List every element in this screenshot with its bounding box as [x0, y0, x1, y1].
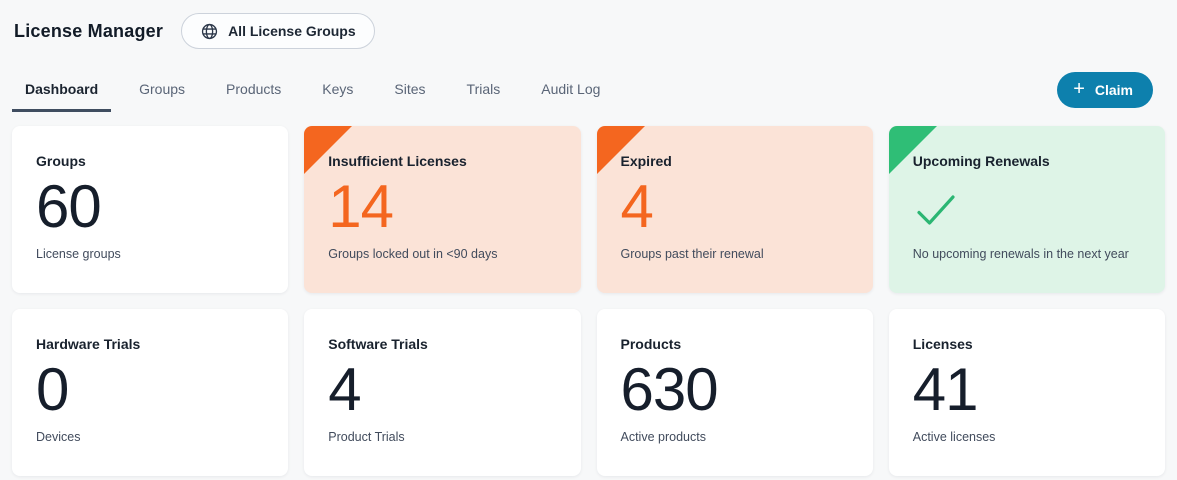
tab-trials[interactable]: Trials [454, 68, 514, 112]
card-subtitle: No upcoming renewals in the next year [913, 247, 1141, 261]
stat-card-expired[interactable]: Expired 4 Groups past their renewal [597, 126, 873, 293]
card-value: 4 [328, 357, 556, 423]
tab-bar: Dashboard Groups Products Keys Sites Tri… [0, 68, 1177, 112]
card-title: Insufficient Licenses [328, 153, 556, 169]
tab-groups[interactable]: Groups [126, 68, 198, 112]
card-title: Hardware Trials [36, 336, 264, 352]
page-title: License Manager [14, 21, 163, 42]
card-corner-badge [304, 126, 352, 174]
check-icon [913, 177, 957, 237]
stat-card-licenses[interactable]: Licenses 41 Active licenses [889, 309, 1165, 476]
card-title: Groups [36, 153, 264, 169]
card-value: 0 [36, 357, 264, 423]
card-title: Expired [621, 153, 849, 169]
tab-audit-log[interactable]: Audit Log [528, 68, 613, 112]
card-value: 60 [36, 174, 264, 240]
tab-products[interactable]: Products [213, 68, 294, 112]
stat-card-groups[interactable]: Groups 60 License groups [12, 126, 288, 293]
stat-card-insufficient-licenses[interactable]: Insufficient Licenses 14 Groups locked o… [304, 126, 580, 293]
stat-card-hardware-trials[interactable]: Hardware Trials 0 Devices [12, 309, 288, 476]
globe-icon [200, 22, 219, 41]
card-value: 630 [621, 357, 849, 423]
stat-card-products[interactable]: Products 630 Active products [597, 309, 873, 476]
stat-cards-grid: Groups 60 License groups Insufficient Li… [0, 112, 1177, 476]
card-title: Licenses [913, 336, 1141, 352]
card-subtitle: Groups locked out in <90 days [328, 247, 556, 261]
card-subtitle: Active products [621, 430, 849, 444]
card-title: Upcoming Renewals [913, 153, 1141, 169]
card-corner-badge [889, 126, 937, 174]
plus-icon: + [1073, 79, 1085, 99]
card-title: Software Trials [328, 336, 556, 352]
card-value: 14 [328, 174, 556, 240]
card-value [913, 174, 1141, 240]
card-subtitle: Groups past their renewal [621, 247, 849, 261]
card-subtitle: License groups [36, 247, 264, 261]
stat-card-software-trials[interactable]: Software Trials 4 Product Trials [304, 309, 580, 476]
page-header: License Manager All License Groups [0, 0, 1177, 50]
all-license-groups-button[interactable]: All License Groups [181, 13, 375, 49]
card-value: 4 [621, 174, 849, 240]
card-corner-badge [597, 126, 645, 174]
tab-sites[interactable]: Sites [381, 68, 438, 112]
card-subtitle: Devices [36, 430, 264, 444]
tab-keys[interactable]: Keys [309, 68, 366, 112]
card-subtitle: Active licenses [913, 430, 1141, 444]
tab-dashboard[interactable]: Dashboard [12, 68, 111, 112]
card-title: Products [621, 336, 849, 352]
claim-button-label: Claim [1095, 82, 1133, 98]
all-license-groups-label: All License Groups [228, 23, 356, 39]
claim-button[interactable]: + Claim [1057, 72, 1153, 108]
tabs: Dashboard Groups Products Keys Sites Tri… [12, 68, 628, 112]
card-subtitle: Product Trials [328, 430, 556, 444]
stat-card-upcoming-renewals[interactable]: Upcoming Renewals No upcoming renewals i… [889, 126, 1165, 293]
card-value: 41 [913, 357, 1141, 423]
